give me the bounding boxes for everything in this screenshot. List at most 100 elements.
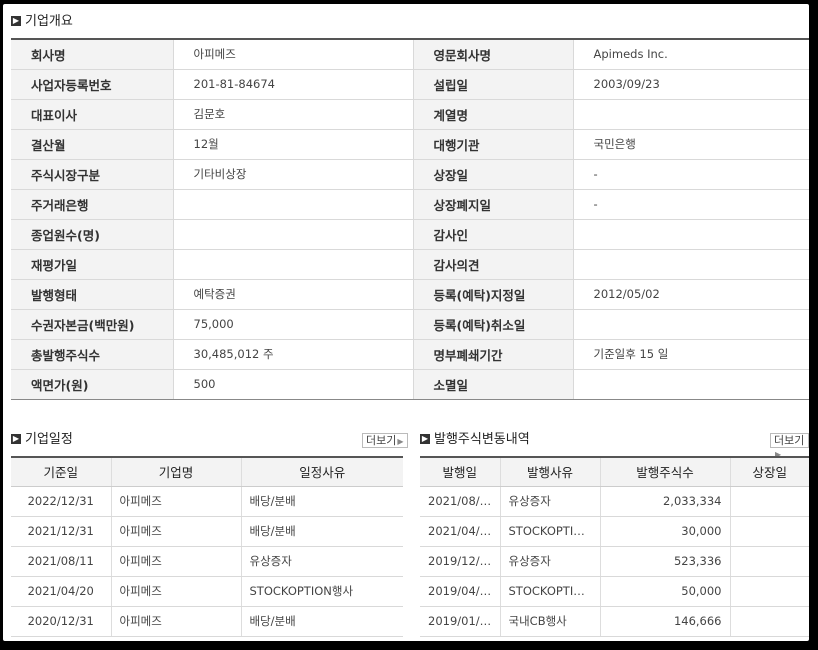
column-header: 일정사유 (241, 457, 403, 487)
table-cell (730, 516, 809, 547)
shares-table: 발행일 발행사유 발행주식수 상장일 2021/08/27 유상증자 2,033,334 2… (420, 456, 809, 637)
table-cell (730, 576, 809, 607)
field-value: - (573, 159, 809, 190)
table-cell: 아피메즈 (111, 606, 242, 637)
table-cell: 배당/분배 (241, 486, 403, 517)
field-label: 액면가(원) (11, 369, 174, 400)
shares-more-button[interactable]: 더보기▶ (770, 433, 809, 459)
field-label: 등록(예탁)지정일 (413, 279, 574, 310)
column-header: 상장일 (730, 457, 809, 487)
field-label: 소멸일 (413, 369, 574, 400)
table-cell: 2019/04/19 (420, 576, 501, 607)
table-cell: 2021/08/27 (420, 486, 501, 517)
table-cell: 2021/12/31 (11, 516, 112, 547)
field-label: 계열명 (413, 99, 574, 130)
table-cell: 국내CB행사 (500, 606, 601, 637)
field-value: Apimeds Inc. (573, 39, 809, 70)
column-header: 발행사유 (500, 457, 601, 487)
table-row: 2019/04/19 STOCKOPTI… 50,000 (420, 576, 809, 607)
company-overview-table: 회사명 아피메즈 영문회사명 Apimeds Inc. 사업자등록번호 201-81-84… (11, 38, 809, 400)
field-value: 예탁증권 (173, 279, 414, 310)
field-value: 201-81-84674 (173, 69, 414, 100)
overview-row: 주식시장구분 기타비상장 상장일 - (11, 159, 809, 190)
table-cell: 아피메즈 (111, 516, 242, 547)
table-row: 2021/04/20 STOCKOPTI… 30,000 (420, 516, 809, 547)
section-bullet-icon: ▶ (420, 433, 430, 444)
field-value (573, 99, 809, 130)
field-value (173, 249, 414, 280)
table-cell: 50,000 (600, 576, 731, 607)
table-row: 2021/12/31 아피메즈 배당/분배 (11, 516, 403, 547)
schedule-more-button[interactable]: 더보기▶ (362, 433, 408, 448)
overview-row: 대표이사 김문호 계열명 (11, 99, 809, 130)
field-value: - (573, 189, 809, 220)
field-label: 영문회사명 (413, 39, 574, 70)
overview-section-title: ▶ 기업개요 (11, 12, 73, 32)
field-label: 종업원수(명) (11, 219, 174, 250)
overview-row: 액면가(원) 500 소멸일 (11, 369, 809, 400)
field-value: 12월 (173, 129, 414, 160)
field-label: 설립일 (413, 69, 574, 100)
table-cell: 146,666 (600, 606, 731, 637)
table-cell (730, 486, 809, 517)
table-row: 2019/12/31 유상증자 523,336 (420, 546, 809, 577)
company-info-panel: ▶ 기업개요 회사명 아피메즈 영문회사명 Apimeds Inc. 사업자등록번호 201… (3, 4, 809, 641)
overview-row: 주거래은행 상장폐지일 - (11, 189, 809, 220)
field-label: 감사의견 (413, 249, 574, 280)
field-label: 대행기관 (413, 129, 574, 160)
table-cell: 2,033,334 (600, 486, 731, 517)
table-cell: 아피메즈 (111, 486, 242, 517)
shares-section-title: ▶ 발행주식변동내역 (420, 430, 530, 450)
shares-title: 발행주식변동내역 (434, 432, 530, 447)
table-row: 2019/01/29 국내CB행사 146,666 (420, 606, 809, 637)
column-header: 발행주식수 (600, 457, 731, 487)
field-value (573, 249, 809, 280)
table-cell: 523,336 (600, 546, 731, 577)
table-cell: 2020/12/31 (11, 606, 112, 637)
table-row: 2022/12/31 아피메즈 배당/분배 (11, 486, 403, 517)
table-row: 2021/08/27 유상증자 2,033,334 (420, 486, 809, 517)
overview-row: 수권자본금(백만원) 75,000 등록(예탁)취소일 (11, 309, 809, 340)
field-label: 주식시장구분 (11, 159, 174, 190)
field-value: 30,485,012 주 (173, 339, 414, 370)
field-value: 아피메즈 (173, 39, 414, 70)
field-label: 명부폐쇄기간 (413, 339, 574, 370)
field-value: 국민은행 (573, 129, 809, 160)
field-label: 상장폐지일 (413, 189, 574, 220)
table-row: 2020/12/31 아피메즈 배당/분배 (11, 606, 403, 637)
table-cell (730, 546, 809, 577)
overview-row: 종업원수(명) 감사인 (11, 219, 809, 250)
overview-row: 총발행주식수 30,485,012 주 명부폐쇄기간 기준일후 15 일 (11, 339, 809, 370)
table-cell: 2022/12/31 (11, 486, 112, 517)
field-label: 수권자본금(백만원) (11, 309, 174, 340)
table-cell: 유상증자 (241, 546, 403, 577)
table-cell: 2019/12/31 (420, 546, 501, 577)
table-cell: STOCKOPTI… (500, 516, 601, 547)
table-cell: 아피메즈 (111, 546, 242, 577)
field-label: 회사명 (11, 39, 174, 70)
field-label: 주거래은행 (11, 189, 174, 220)
field-value (573, 309, 809, 340)
table-cell: 2021/04/20 (420, 516, 501, 547)
table-cell: 2021/04/20 (11, 576, 112, 607)
overview-row: 결산월 12월 대행기관 국민은행 (11, 129, 809, 160)
field-value (573, 369, 809, 400)
overview-row: 회사명 아피메즈 영문회사명 Apimeds Inc. (11, 39, 809, 70)
column-header: 발행일 (420, 457, 501, 487)
field-label: 등록(예탁)취소일 (413, 309, 574, 340)
table-cell: STOCKOPTI… (500, 576, 601, 607)
more-label: 더보기 (774, 434, 805, 447)
schedule-table: 기준일 기업명 일정사유 2022/12/31 아피메즈 배당/분배 2021/12/31… (11, 456, 403, 637)
field-label: 재평가일 (11, 249, 174, 280)
table-cell: 유상증자 (500, 546, 601, 577)
table-cell: 유상증자 (500, 486, 601, 517)
table-cell: 아피메즈 (111, 576, 242, 607)
field-value: 2003/09/23 (573, 69, 809, 100)
field-label: 상장일 (413, 159, 574, 190)
schedule-section-title: ▶ 기업일정 (11, 430, 73, 450)
overview-title: 기업개요 (25, 14, 73, 29)
field-value: 500 (173, 369, 414, 400)
field-value (173, 189, 414, 220)
field-value: 75,000 (173, 309, 414, 340)
table-row: 2021/08/11 아피메즈 유상증자 (11, 546, 403, 577)
